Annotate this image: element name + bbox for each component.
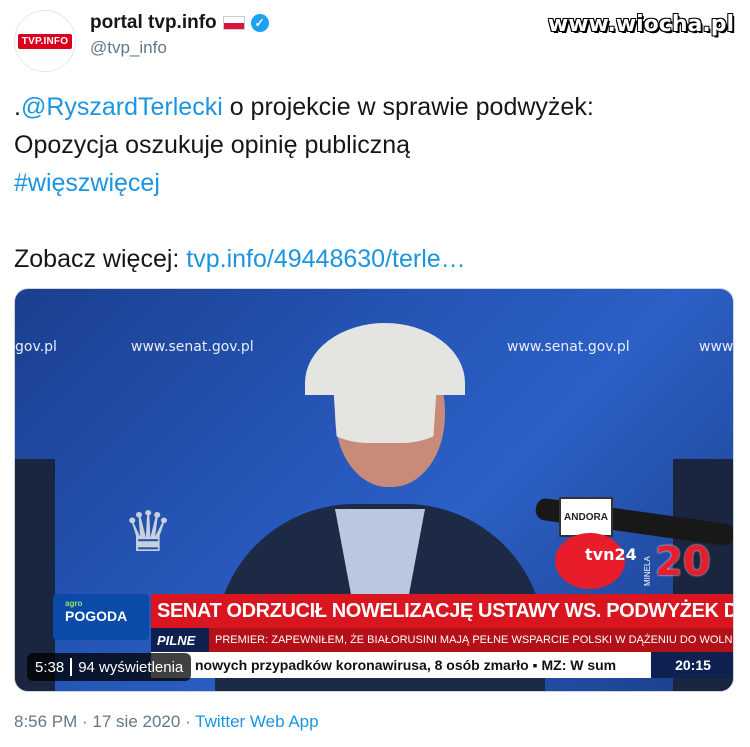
article-link[interactable]: tvp.info/49448630/terle… [186,245,465,273]
breaking-label: PILNE [151,628,209,652]
hashtag-link[interactable]: #więszwięcej [14,164,734,202]
tvn24-logo: tvn24 [585,545,637,564]
meta-divider [70,658,73,676]
weather-label: POGODA [65,608,128,624]
account-info: portal tvp.info ✓ @tvp_info [90,12,269,58]
video-duration: 5:38 [35,658,65,676]
tvp-info-logo: TVP.INFO [17,33,73,49]
site-watermark: www.wiocha.pl [547,12,734,37]
video-views: 94 wyświetlenia [78,658,184,676]
video-meta-overlay: 5:38 94 wyświetlenia [27,653,192,681]
news-ticker: nowych przypadków koronawirusa, 8 osób z… [151,652,733,678]
avatar[interactable]: TVP.INFO [14,10,76,72]
backdrop-text-center-left: www.senat.gov.pl [131,339,254,355]
tweet-timestamp[interactable]: 8:56 PM · 17 sie 2020 · [14,712,195,731]
poland-flag-icon [222,16,245,30]
breaking-text: PREMIER: ZAPEWNIŁEM, ŻE BIAŁORUSINI MAJĄ… [209,628,733,652]
tweet-line-see-more: Zobacz więcej: tvp.info/49448630/terle… [14,240,734,278]
tweet-line-2: Opozycja oszukuje opinię publiczną [14,131,411,159]
channel-number: 20 [655,539,711,585]
display-name[interactable]: portal tvp.info [90,12,217,34]
tweet-prefix: . [14,93,21,121]
tweet-text: .@RyszardTerlecki o projekcie w sprawie … [14,88,734,278]
see-more-label: Zobacz więcej: [14,245,187,273]
news-headline-bar: SENAT ODRZUCIŁ NOWELIZACJĘ USTAWY WS. PO… [151,594,733,628]
tweet-source-link[interactable]: Twitter Web App [195,712,318,731]
backdrop-text-right: www [699,339,734,355]
weather-brand-small: agro [65,599,83,608]
eagle-emblem-icon: ♛ [123,500,174,563]
backdrop-text-left: gov.pl [15,339,57,355]
backdrop-text-center-right: www.senat.gov.pl [507,339,630,355]
broadcast-clock: 20:15 [651,652,733,678]
tweet-line-1: .@RyszardTerlecki o projekcie w sprawie … [14,88,734,126]
tweet-footer: 8:56 PM · 17 sie 2020 · Twitter Web App [14,712,319,732]
mention-link[interactable]: @RyszardTerlecki [21,93,223,121]
display-name-row[interactable]: portal tvp.info ✓ [90,12,269,34]
tweet-line-1-rest: o projekcie w sprawie podwyżek: [222,93,594,121]
video-player[interactable]: gov.pl www.senat.gov.pl www.senat.gov.pl… [14,288,734,692]
account-handle[interactable]: @tvp_info [90,38,269,58]
microphone-andora: ANDORA [559,497,613,537]
verified-badge-icon: ✓ [250,14,269,32]
